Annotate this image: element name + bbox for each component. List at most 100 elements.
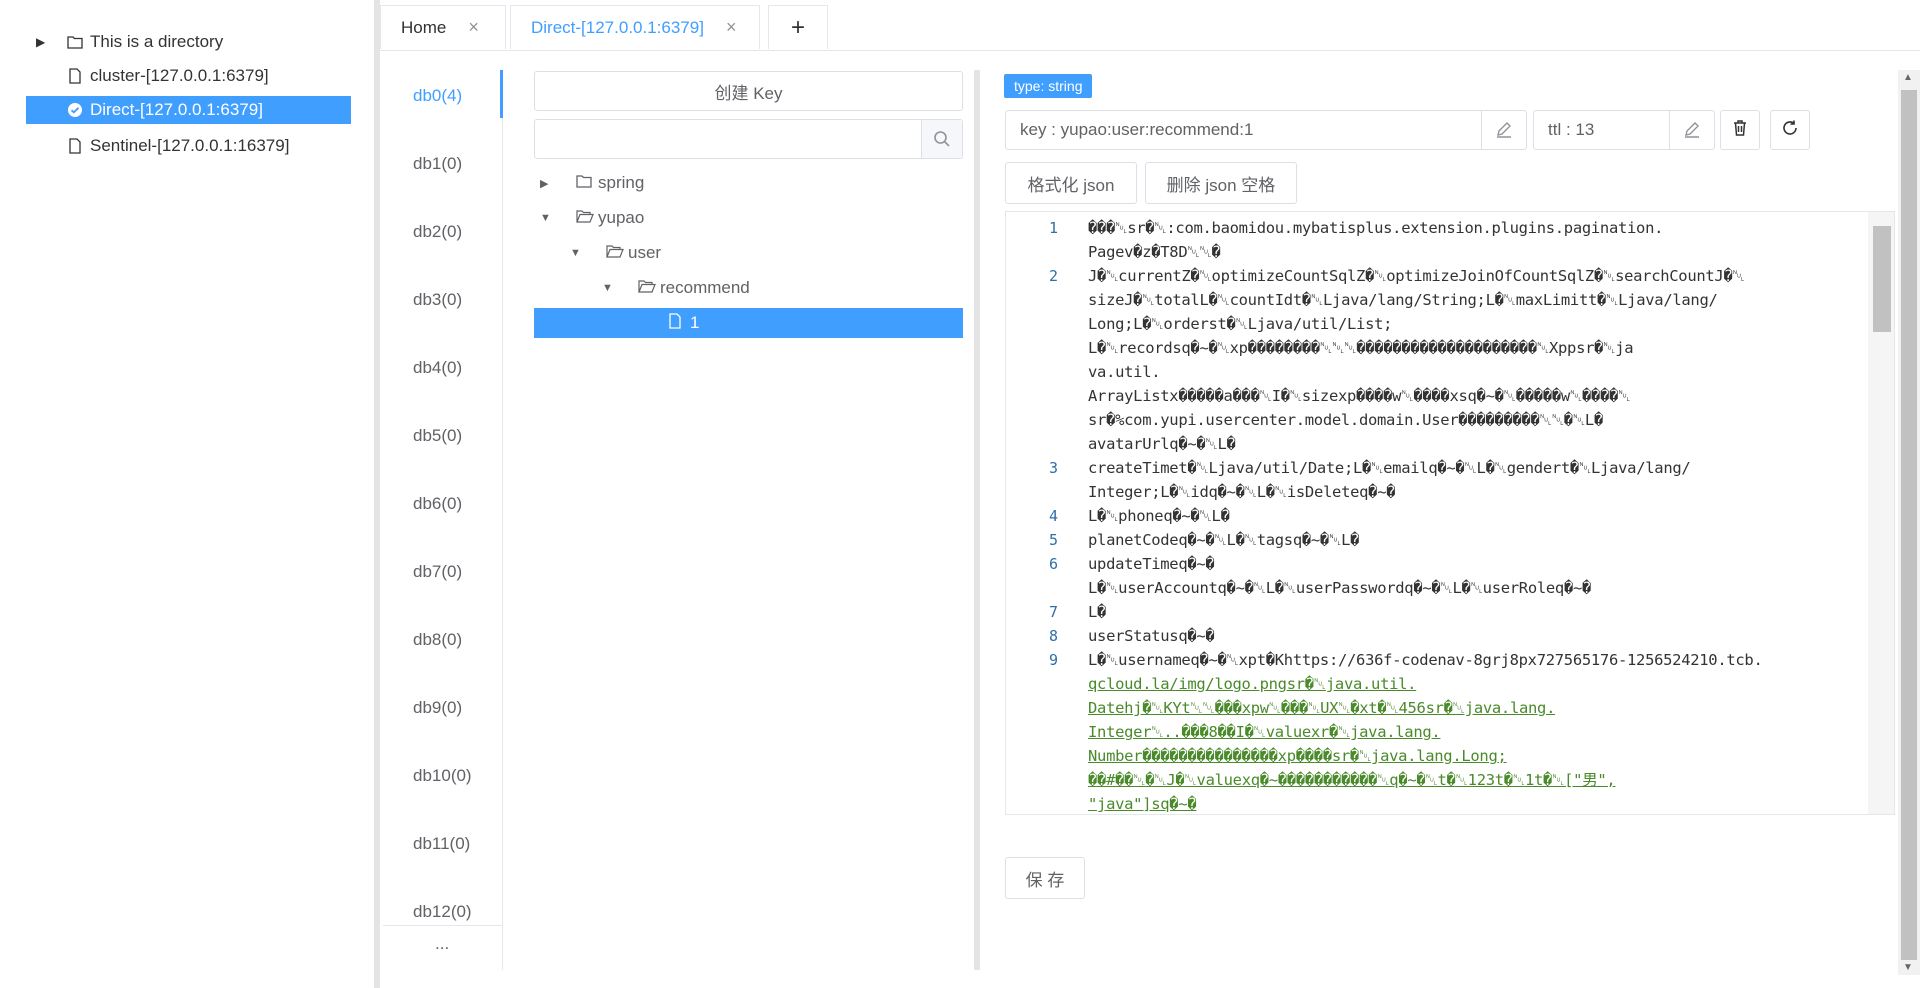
- tree-node-recommend[interactable]: ▼ recommend: [602, 273, 750, 303]
- file-icon: [66, 67, 84, 85]
- line-text: "java"]sq�~�: [1088, 795, 1197, 813]
- editor-line: 7 L�: [1006, 600, 1856, 624]
- line-text: Long;L�␀orderst�␀Ljava/util/List;: [1088, 315, 1393, 333]
- create-key-button[interactable]: 创建 Key: [534, 71, 963, 111]
- db-more-button[interactable]: ...: [435, 934, 449, 954]
- editor-line: Integer␀..���8��I�␀valuexr�␀java.lang.: [1006, 720, 1856, 744]
- page-scroll-thumb[interactable]: [1901, 90, 1917, 960]
- tree-node-label: user: [628, 243, 662, 262]
- editor-line: ArrayListx�����a���␀I�␀sizexp����w␀����x…: [1006, 384, 1856, 408]
- db-item[interactable]: db8(0): [413, 630, 462, 650]
- page-scrollbar[interactable]: ▲ ▼: [1898, 70, 1920, 975]
- line-number: 4: [1048, 507, 1058, 525]
- editor-line: Pagev�z�T8D␀␀�: [1006, 240, 1856, 264]
- folder-icon: [576, 173, 598, 193]
- edit-ttl-icon[interactable]: [1669, 111, 1714, 149]
- connection-sentinel[interactable]: Sentinel-[127.0.0.1:16379]: [26, 132, 351, 160]
- editor-line: 8 userStatusq�~�: [1006, 624, 1856, 648]
- line-number: 6: [1048, 555, 1058, 573]
- editor-scrollbar[interactable]: [1868, 212, 1894, 814]
- tab-label: Home: [401, 17, 447, 37]
- caret-down-icon[interactable]: ▼: [602, 282, 622, 294]
- check-circle-icon: [66, 101, 84, 119]
- db-item[interactable]: db10(0): [413, 766, 472, 786]
- line-number: 1: [1048, 219, 1058, 237]
- connection-label: Direct-[127.0.0.1:6379]: [90, 100, 263, 119]
- key-search-box: [534, 119, 963, 159]
- folder-open-icon: [576, 208, 598, 228]
- trash-icon: [1731, 119, 1749, 142]
- connection-tree: ▶ This is a directory cluster-[127.0.0.1…: [0, 0, 372, 988]
- key-search-input[interactable]: [535, 120, 921, 158]
- delete-key-button[interactable]: [1720, 110, 1760, 150]
- connection-directory[interactable]: ▶ This is a directory: [26, 28, 351, 56]
- line-text: Integer;L�␀idq�~�␀L�␀isDeleteq�~�: [1088, 483, 1396, 501]
- line-text: Pagev�z�T8D␀␀�: [1088, 243, 1221, 261]
- close-icon[interactable]: ×: [468, 17, 479, 38]
- line-text: updateTimeq�~�: [1088, 555, 1215, 573]
- connection-direct[interactable]: Direct-[127.0.0.1:6379]: [26, 96, 351, 124]
- db-item[interactable]: db6(0): [413, 494, 462, 514]
- line-number: 9: [1048, 651, 1058, 669]
- tree-node-label: recommend: [660, 278, 750, 297]
- tab-home[interactable]: Home ×: [380, 5, 506, 49]
- db-active-indicator: [500, 70, 503, 118]
- line-text: createTimet�␀Ljava/util/Date;L�␀emailq�~…: [1088, 459, 1691, 477]
- middle-splitter[interactable]: [974, 70, 980, 970]
- tree-node-yupao[interactable]: ▼ yupao: [540, 203, 644, 233]
- db-item[interactable]: db5(0): [413, 426, 462, 446]
- db-item[interactable]: db7(0): [413, 562, 462, 582]
- db-item[interactable]: db4(0): [413, 358, 462, 378]
- db-item[interactable]: db3(0): [413, 290, 462, 310]
- tree-node-1[interactable]: 1: [534, 308, 963, 338]
- editor-line: avatarUrlq�~�␀L�: [1006, 432, 1856, 456]
- editor-scroll-thumb[interactable]: [1873, 226, 1891, 332]
- tree-node-spring[interactable]: ▶ spring: [540, 168, 644, 198]
- editor-line: 4 L�␀phoneq�~�␀L�: [1006, 504, 1856, 528]
- db-list: db0(4) db1(0) db2(0) db3(0) db4(0) db5(0…: [383, 70, 503, 970]
- caret-down-icon[interactable]: ▼: [570, 247, 590, 259]
- line-text: qcloud.la/img/logo.pngsr�␀java.util.: [1088, 675, 1417, 693]
- tree-node-label: 1: [690, 313, 700, 332]
- scroll-up-icon[interactable]: ▲: [1903, 72, 1913, 83]
- db-item[interactable]: db11(0): [413, 834, 470, 854]
- value-editor[interactable]: 1 ���␀sr�␀:com.baomidou.mybatisplus.exten…: [1005, 211, 1895, 815]
- editor-line: Datehj�␀KYt␀␀���xpw␀���␀UX␀�xt�␀456sr�␀j…: [1006, 696, 1856, 720]
- tab-direct[interactable]: Direct-[127.0.0.1:6379] ×: [510, 5, 760, 49]
- edit-key-icon[interactable]: [1481, 111, 1526, 149]
- db-item[interactable]: db2(0): [413, 222, 462, 242]
- tree-node-user[interactable]: ▼ user: [570, 238, 661, 268]
- caret-right-icon[interactable]: ▶: [540, 177, 560, 190]
- line-text: L�␀userAccountq�~�␀L�␀userPasswordq�~�␀L…: [1088, 579, 1592, 597]
- search-icon[interactable]: [921, 120, 962, 158]
- line-number: 2: [1048, 267, 1058, 285]
- editor-lines: 1 ���␀sr�␀:com.baomidou.mybatisplus.exten…: [1006, 216, 1856, 814]
- left-splitter[interactable]: [374, 0, 380, 988]
- editor-line: 5 planetCodeq�~�␀L�␀tagsq�~�␀L�: [1006, 528, 1856, 552]
- line-text: planetCodeq�~�␀L�␀tagsq�~�␀L�: [1088, 531, 1360, 549]
- refresh-button[interactable]: [1770, 110, 1810, 150]
- db-item[interactable]: db0(4): [413, 86, 462, 106]
- add-tab-button[interactable]: +: [768, 5, 828, 49]
- tab-label: Direct-[127.0.0.1:6379]: [531, 17, 704, 37]
- save-button[interactable]: 保 存: [1005, 857, 1085, 899]
- editor-line: 9 L�␀usernameq�~�␀xpt�Khttps://636f-coden…: [1006, 648, 1856, 672]
- remove-json-spaces-button[interactable]: 删除 json 空格: [1145, 162, 1297, 204]
- caret-down-icon[interactable]: ▼: [540, 212, 560, 224]
- editor-line: L�␀userAccountq�~�␀L�␀userPasswordq�~�␀L…: [1006, 576, 1856, 600]
- connection-cluster[interactable]: cluster-[127.0.0.1:6379]: [26, 62, 351, 90]
- editor-line: 6 updateTimeq�~�: [1006, 552, 1856, 576]
- format-json-button[interactable]: 格式化 json: [1005, 162, 1137, 204]
- db-item[interactable]: db12(0): [413, 902, 472, 922]
- editor-line: sr�%com.yupi.usercenter.model.domain.Use…: [1006, 408, 1856, 432]
- scroll-down-icon[interactable]: ▼: [1903, 962, 1913, 973]
- db-item[interactable]: db1(0): [413, 154, 462, 174]
- line-text: ���␀sr�␀:com.baomidou.mybatisplus.extens…: [1088, 219, 1664, 237]
- ttl-field: ttl : 13: [1533, 110, 1715, 150]
- caret-right-icon[interactable]: ▶: [36, 35, 52, 49]
- close-icon[interactable]: ×: [726, 17, 737, 38]
- db-item[interactable]: db9(0): [413, 698, 462, 718]
- line-text: ��#��␀�␀J�␀valuexq�~�����������␀q�~�␀t�␀…: [1088, 771, 1616, 789]
- editor-line: Long;L�␀orderst�␀Ljava/util/List;: [1006, 312, 1856, 336]
- editor-line: va.util.: [1006, 360, 1856, 384]
